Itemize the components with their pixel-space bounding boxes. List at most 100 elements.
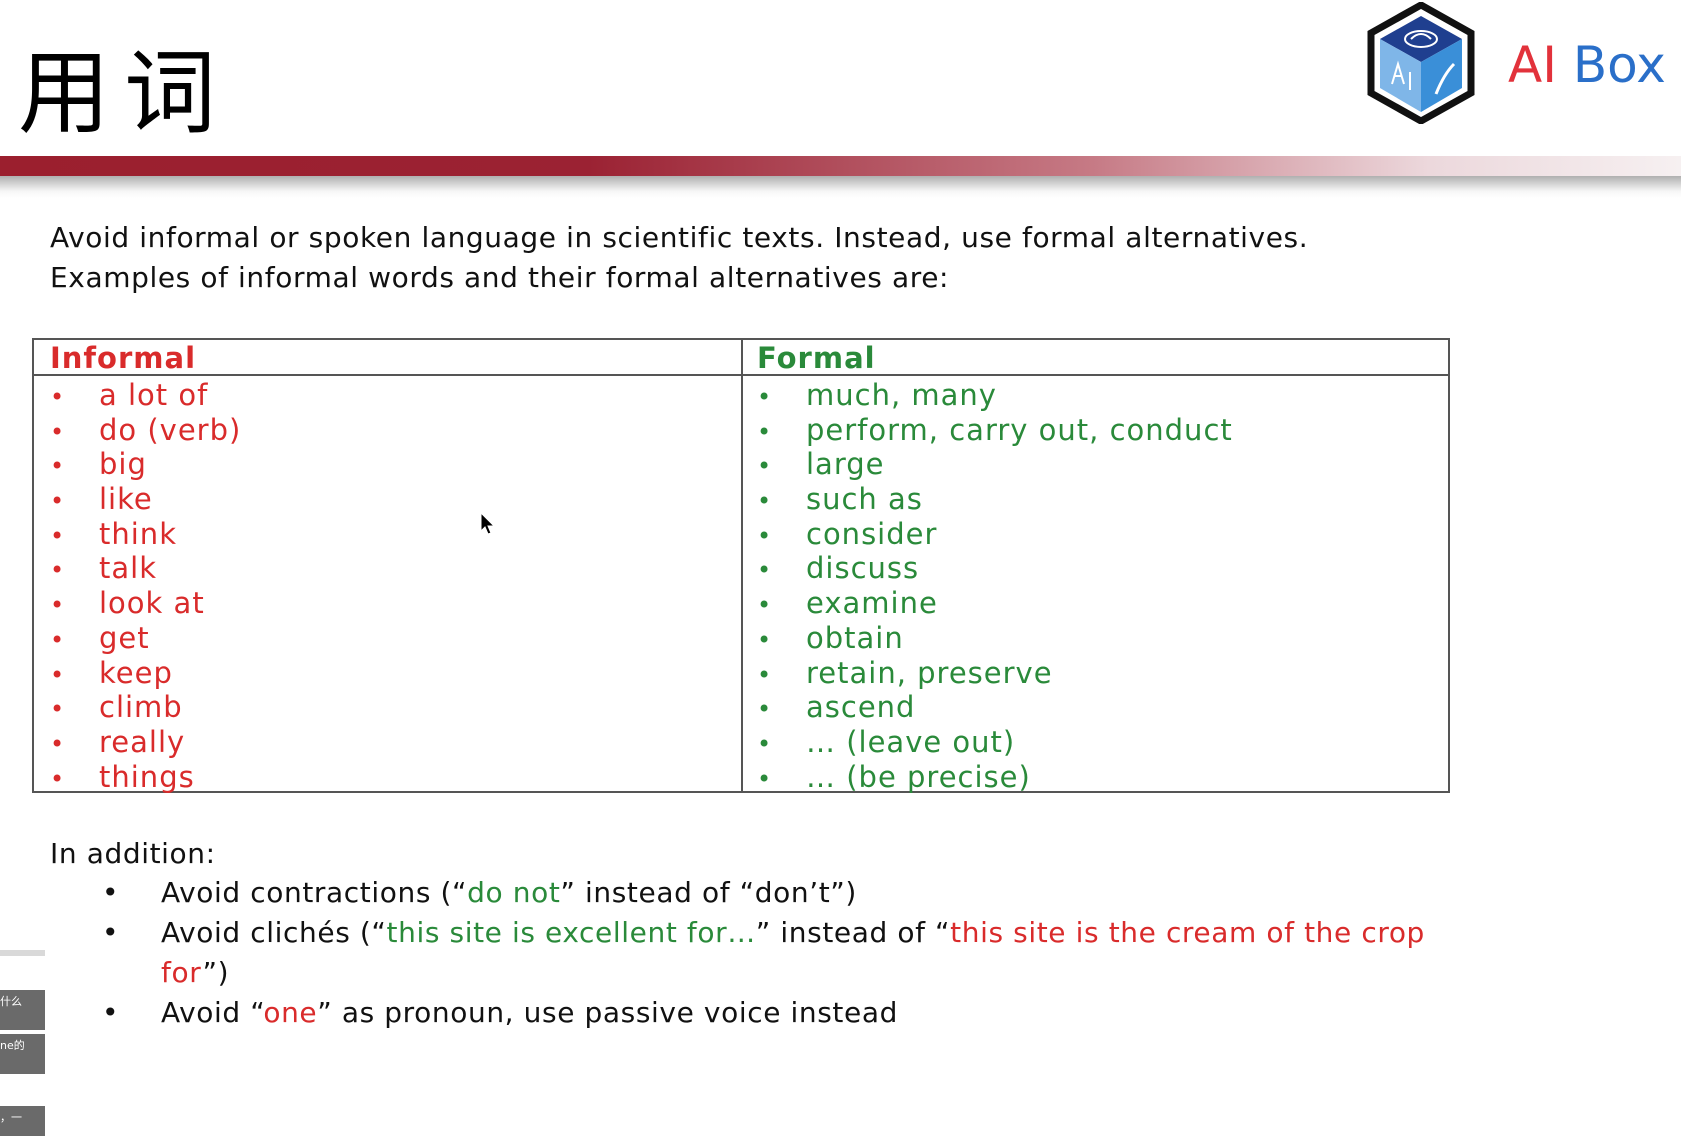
addition-text: Avoid “ bbox=[161, 996, 264, 1029]
intro-line-1: Avoid informal or spoken language in sci… bbox=[50, 221, 1309, 254]
list-item: • … (leave out) bbox=[757, 725, 1233, 760]
addition-text: ”) bbox=[202, 956, 230, 989]
intro-paragraph: Avoid informal or spoken language in sci… bbox=[50, 218, 1610, 298]
list-item: • such as bbox=[757, 482, 1233, 517]
side-caption-tab[interactable]: ne的 bbox=[0, 1034, 45, 1074]
list-item: • climb bbox=[50, 690, 241, 725]
ai-box-wordmark: AI Box bbox=[1508, 40, 1666, 90]
bullet-icon: • bbox=[50, 487, 66, 516]
table-header-divider bbox=[34, 374, 1448, 376]
logo-ai-text: AI bbox=[1508, 36, 1557, 94]
list-item-text: … (be precise) bbox=[806, 759, 1031, 794]
good-example: do not bbox=[467, 876, 561, 909]
logo-box-text: Box bbox=[1572, 36, 1666, 94]
list-item: • examine bbox=[757, 586, 1233, 621]
bullet-icon: • bbox=[50, 660, 66, 689]
bullet-icon: • bbox=[50, 452, 66, 481]
addition-heading: In addition: bbox=[50, 837, 216, 870]
list-item-text: perform, carry out, conduct bbox=[806, 412, 1233, 447]
mouse-pointer-icon bbox=[480, 512, 496, 535]
bullet-icon: • bbox=[50, 417, 66, 446]
list-item: • retain, preserve bbox=[757, 656, 1233, 691]
list-item-text: such as bbox=[806, 482, 923, 517]
word-comparison-table: Informal Formal • a lot of • do (verb) • big •… bbox=[32, 338, 1450, 794]
list-item: • perform, carry out, conduct bbox=[757, 413, 1233, 448]
bullet-icon: • bbox=[102, 916, 120, 949]
list-item-text: retain, preserve bbox=[806, 655, 1053, 690]
list-item-text: a lot of bbox=[99, 378, 209, 412]
list-item: • things bbox=[50, 760, 241, 795]
list-item: • think bbox=[50, 517, 241, 552]
list-item-text: much, many bbox=[806, 378, 997, 412]
bullet-icon: • bbox=[50, 695, 66, 724]
bullet-icon: • bbox=[757, 625, 773, 654]
list-item-text: really bbox=[99, 724, 186, 759]
bullet-icon: • bbox=[102, 996, 120, 1029]
table-column-divider bbox=[741, 340, 743, 791]
good-example: this site is excellent for… bbox=[386, 916, 756, 949]
bullet-icon: • bbox=[50, 625, 66, 654]
addition-list: • Avoid contractions (“do not” instead o… bbox=[100, 873, 1440, 1033]
list-item: • keep bbox=[50, 656, 241, 691]
list-item: • … (be precise) bbox=[757, 760, 1233, 795]
informal-column-header: Informal bbox=[50, 341, 197, 375]
bullet-icon: • bbox=[757, 591, 773, 620]
list-item-text: big bbox=[99, 447, 147, 482]
formal-column-header: Formal bbox=[757, 341, 876, 375]
bullet-icon: • bbox=[102, 876, 120, 909]
list-item-text: get bbox=[99, 620, 150, 655]
side-caption-tab[interactable]: ，一 bbox=[0, 1106, 45, 1136]
side-panel-divider bbox=[0, 950, 45, 956]
addition-item-cliches: • Avoid clichés (“this site is excellent… bbox=[100, 913, 1440, 993]
side-caption-tab[interactable]: 什么 bbox=[0, 990, 45, 1030]
ai-box-logo-icon bbox=[1367, 2, 1475, 124]
list-item-text: obtain bbox=[806, 620, 904, 655]
list-item-text: climb bbox=[99, 690, 183, 725]
list-item: • do (verb) bbox=[50, 413, 241, 448]
list-item-text: keep bbox=[99, 655, 173, 690]
list-item-text: like bbox=[99, 482, 153, 517]
list-item: • big bbox=[50, 447, 241, 482]
list-item-text: talk bbox=[99, 551, 157, 586]
addition-text: ” instead of “ bbox=[755, 916, 951, 949]
list-item: • get bbox=[50, 621, 241, 656]
list-item-text: examine bbox=[806, 586, 938, 621]
bullet-icon: • bbox=[757, 764, 773, 793]
list-item-text: ascend bbox=[806, 690, 916, 725]
list-item-text: consider bbox=[806, 516, 938, 551]
page-title: 用词 bbox=[18, 40, 231, 147]
list-item: • a lot of bbox=[50, 378, 241, 413]
bullet-icon: • bbox=[50, 383, 66, 411]
bullet-icon: • bbox=[50, 556, 66, 585]
list-item: • consider bbox=[757, 517, 1233, 552]
bullet-icon: • bbox=[757, 660, 773, 689]
intro-line-2: Examples of informal words and their for… bbox=[50, 261, 950, 294]
list-item: • large bbox=[757, 447, 1233, 482]
bullet-icon: • bbox=[50, 764, 66, 793]
list-item-text: look at bbox=[99, 586, 205, 621]
bullet-icon: • bbox=[757, 487, 773, 516]
bullet-icon: • bbox=[757, 452, 773, 481]
list-item: • look at bbox=[50, 586, 241, 621]
bullet-icon: • bbox=[50, 591, 66, 620]
informal-word-list: • a lot of • do (verb) • big • like • think • talk •… bbox=[50, 378, 241, 794]
addition-text: Avoid clichés (“ bbox=[161, 916, 387, 949]
slide: 用词 AI Box Avoid informal or spoken langu… bbox=[0, 0, 1681, 1136]
list-item: • really bbox=[50, 725, 241, 760]
list-item: • like bbox=[50, 482, 241, 517]
list-item-text: do (verb) bbox=[99, 412, 242, 447]
header-band-shadow bbox=[0, 176, 1681, 198]
bullet-icon: • bbox=[757, 729, 773, 758]
addition-text: ” instead of “don’t”) bbox=[560, 876, 857, 909]
list-item: • ascend bbox=[757, 690, 1233, 725]
addition-text: ” as pronoun, use passive voice instead bbox=[317, 996, 898, 1029]
list-item-text: things bbox=[99, 759, 195, 794]
list-item: • obtain bbox=[757, 621, 1233, 656]
bullet-icon: • bbox=[757, 695, 773, 724]
bad-example: one bbox=[263, 996, 318, 1029]
list-item-text: think bbox=[99, 516, 177, 551]
list-item: • much, many bbox=[757, 378, 1233, 413]
bullet-icon: • bbox=[757, 556, 773, 585]
bullet-icon: • bbox=[757, 383, 773, 411]
formal-word-list: • much, many • perform, carry out, conduct •… bbox=[757, 378, 1233, 794]
